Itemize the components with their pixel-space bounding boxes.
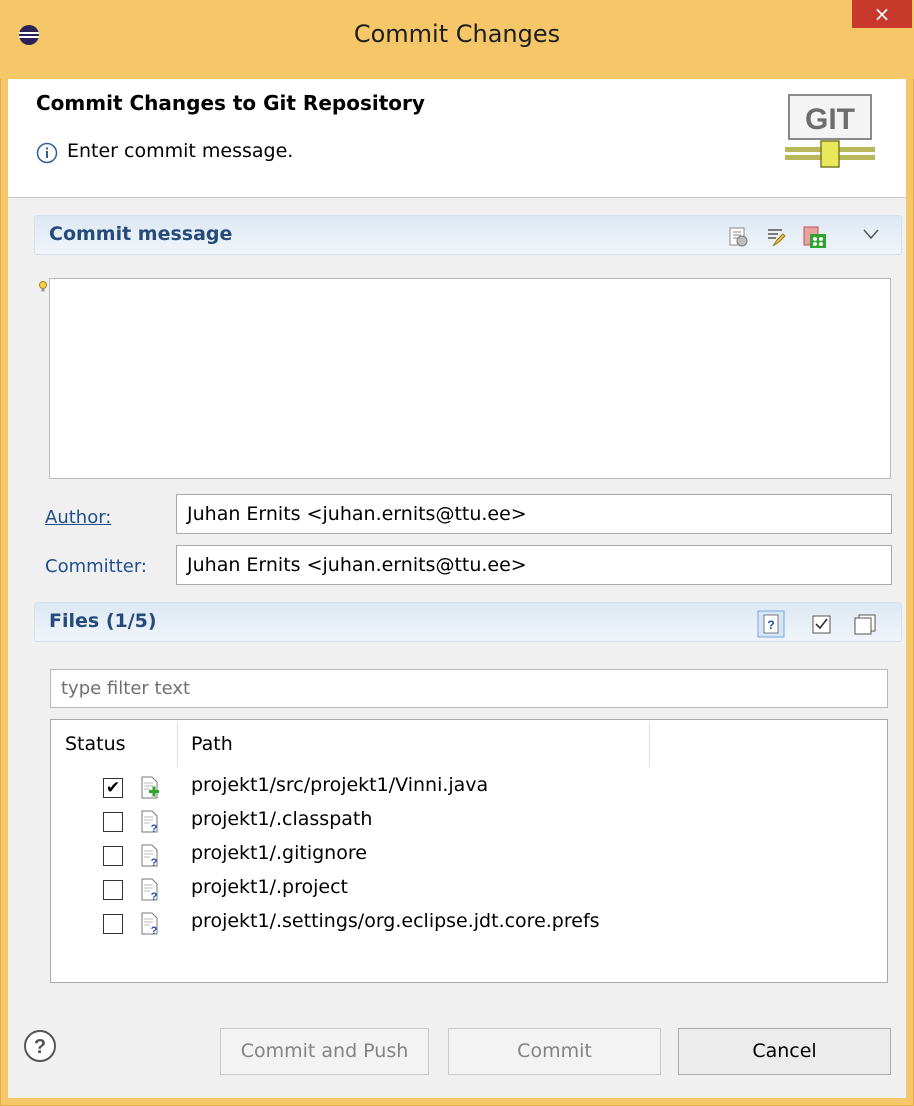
dialog-client: Commit Changes to Git Repository Enter c…: [8, 79, 906, 1098]
svg-text:?: ?: [151, 925, 158, 936]
git-logo-text: GIT: [805, 103, 855, 136]
row-path: projekt1/.settings/org.eclipse.jdt.core.…: [191, 910, 600, 932]
row-checkbox[interactable]: [103, 914, 123, 934]
untracked-file-icon: ?: [141, 878, 158, 902]
svg-text:?: ?: [151, 823, 158, 834]
table-row[interactable]: ? projekt1/.gitignore: [51, 840, 887, 874]
deselect-all-icon[interactable]: [853, 613, 877, 635]
table-row[interactable]: ✔ projekt1/src/projekt1/Vinni.java: [51, 772, 887, 806]
help-icon[interactable]: ?: [23, 1029, 57, 1063]
files-section-header: Files (1/5) ?: [34, 602, 902, 642]
author-label: Author:: [45, 507, 112, 528]
row-checkbox[interactable]: [103, 846, 123, 866]
files-table: Status Path ✔ projekt1/src/projekt1/Vinn…: [50, 719, 888, 983]
table-row[interactable]: ? projekt1/.settings/org.eclipse.jdt.cor…: [51, 908, 887, 942]
svg-text:?: ?: [34, 1036, 46, 1058]
row-checkbox[interactable]: [103, 880, 123, 900]
commit-button[interactable]: Commit: [448, 1028, 661, 1075]
svg-text:?: ?: [767, 618, 774, 632]
table-row[interactable]: ? projekt1/.classpath: [51, 806, 887, 840]
row-path: projekt1/src/projekt1/Vinni.java: [191, 774, 489, 796]
git-logo-icon: GIT: [785, 94, 875, 168]
author-field[interactable]: Juhan Ernits <juhan.ernits@ttu.ee>: [176, 494, 892, 534]
row-checkbox[interactable]: ✔: [103, 778, 123, 798]
files-section-title: Files (1/5): [49, 610, 157, 632]
added-file-icon: [141, 776, 159, 799]
content-assist-bulb-icon: [39, 281, 47, 292]
row-path: projekt1/.project: [191, 876, 348, 898]
info-icon: [36, 142, 58, 164]
info-message: Enter commit message.: [67, 140, 294, 162]
cancel-button[interactable]: Cancel: [678, 1028, 891, 1075]
amend-icon[interactable]: [765, 226, 787, 248]
committer-field[interactable]: Juhan Ernits <juhan.ernits@ttu.ee>: [176, 545, 892, 585]
row-path: projekt1/.gitignore: [191, 842, 367, 864]
committer-label: Committer:: [45, 556, 147, 577]
close-button[interactable]: ×: [852, 0, 912, 28]
row-checkbox[interactable]: [103, 812, 123, 832]
column-divider: [649, 722, 650, 767]
spell-check-icon[interactable]: [727, 226, 749, 248]
svg-text:?: ?: [151, 891, 158, 902]
untracked-file-icon: ?: [141, 844, 158, 868]
commit-message-section-header: Commit message: [34, 215, 902, 255]
svg-text:?: ?: [151, 857, 158, 868]
commit-and-push-button[interactable]: Commit and Push: [220, 1028, 429, 1075]
header-title: Commit Changes to Git Repository: [36, 91, 425, 115]
filter-input[interactable]: type filter text: [50, 669, 888, 708]
signed-off-icon[interactable]: [802, 224, 828, 250]
table-row[interactable]: ? projekt1/.project: [51, 874, 887, 908]
commit-message-section-title: Commit message: [49, 223, 233, 245]
window-title: Commit Changes: [353, 20, 561, 48]
column-header-path[interactable]: Path: [191, 720, 233, 769]
untracked-file-icon: ?: [141, 912, 158, 936]
dialog-header: Commit Changes to Git Repository Enter c…: [8, 79, 906, 198]
view-menu-chevron-down-icon[interactable]: [863, 228, 879, 240]
commit-message-textarea[interactable]: [49, 278, 891, 479]
column-header-status[interactable]: Status: [65, 720, 126, 769]
select-all-icon[interactable]: [811, 613, 833, 635]
column-divider: [177, 722, 178, 767]
row-path: projekt1/.classpath: [191, 808, 373, 830]
title-bar: Commit Changes ×: [0, 0, 914, 79]
untracked-file-icon: ?: [141, 810, 158, 834]
show-untracked-icon[interactable]: ?: [757, 610, 785, 638]
